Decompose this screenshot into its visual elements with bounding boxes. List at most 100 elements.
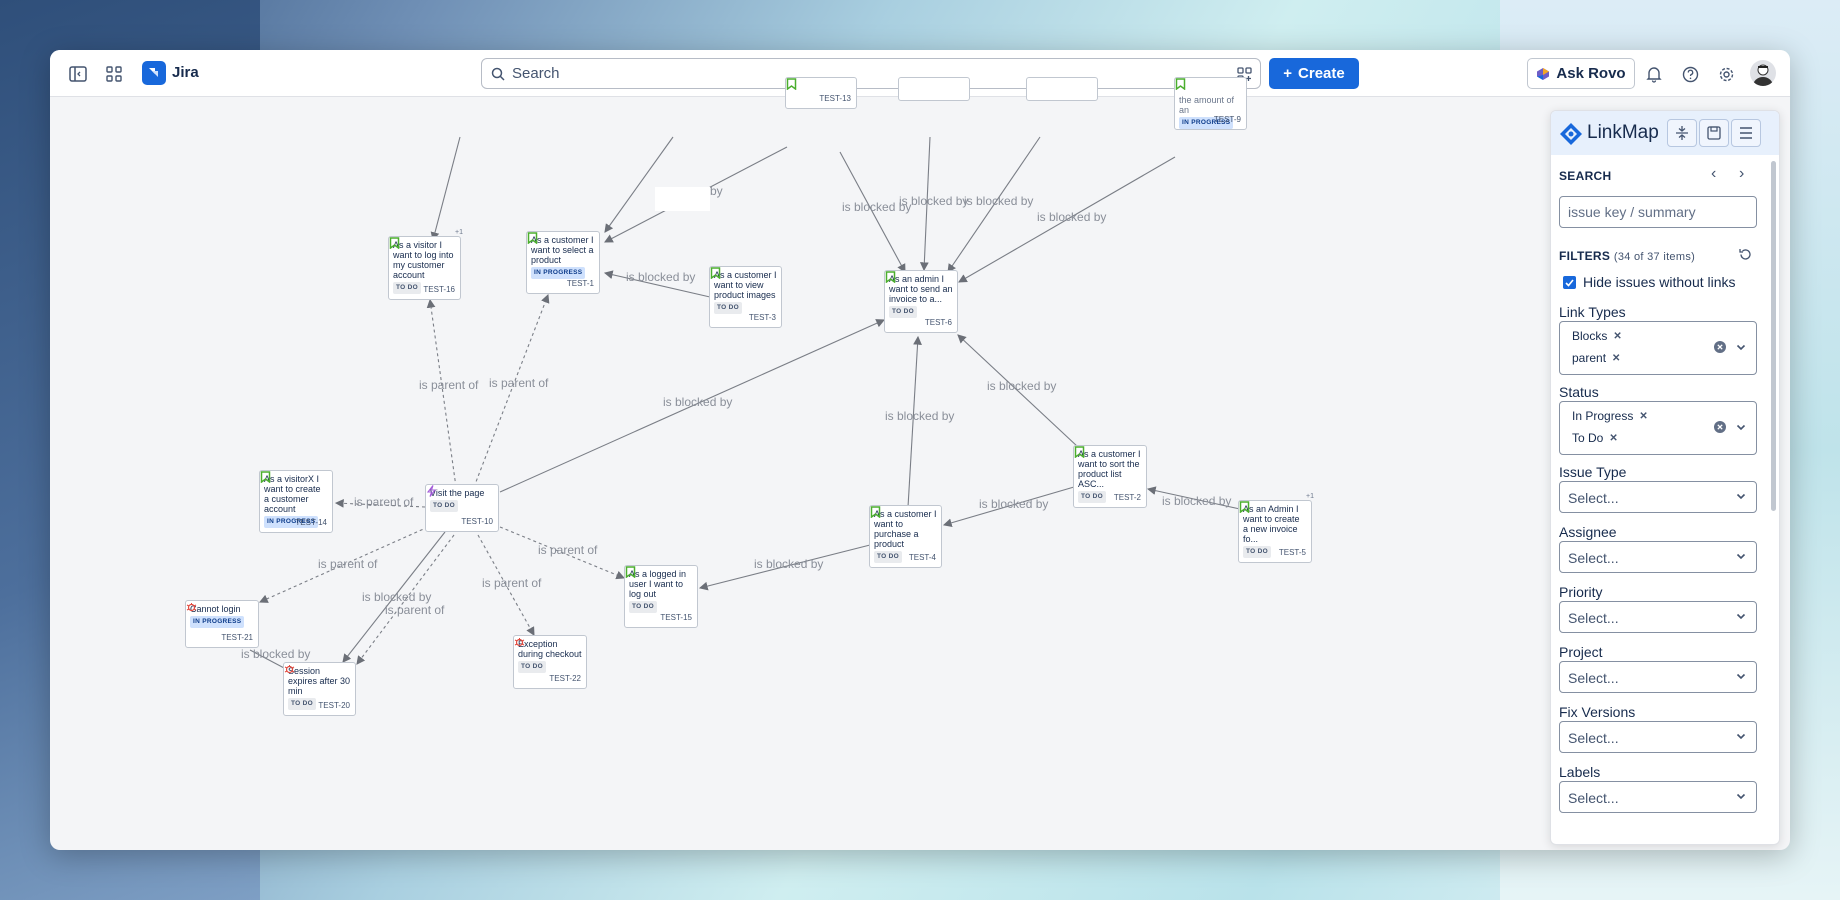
edge-label: is parent of [538, 543, 598, 557]
link-graph-canvas[interactable]: by is blocked by is blocked by is blocke… [50, 77, 1790, 850]
panel-scrollbar[interactable] [1771, 161, 1776, 511]
issue-type-select[interactable]: Select... [1559, 481, 1757, 513]
search-icon [491, 67, 505, 81]
collapse-button[interactable] [1667, 119, 1697, 147]
create-button[interactable]: + Create [1269, 58, 1359, 89]
project-select[interactable]: Select... [1559, 661, 1757, 693]
issue-card[interactable]: As a visitorX I want to create a custome… [259, 470, 333, 533]
issue-card[interactable]: the amount of an IN PROGRESS TEST-9 [1174, 77, 1247, 130]
chip-in-progress: In Progress ✕ [1572, 409, 1648, 423]
issue-card[interactable] [1026, 77, 1098, 101]
help-icon[interactable] [1678, 62, 1702, 86]
bug-icon [186, 603, 197, 612]
global-search[interactable] [481, 58, 1261, 89]
chevron-down-icon [1736, 613, 1746, 620]
issue-card[interactable]: As a customer I want to view product ima… [709, 266, 782, 328]
status-select[interactable]: In Progress ✕ To Do ✕ [1559, 401, 1757, 455]
collapse-icon [1676, 126, 1688, 140]
issue-card[interactable]: As a logged in user I want to log out TO… [624, 565, 698, 628]
labels-label: Labels [1559, 764, 1601, 780]
issue-card[interactable]: +1 As an Admin I want to create a new in… [1238, 493, 1314, 563]
edge-label: is blocked by [1162, 494, 1231, 508]
issue-card[interactable] [898, 77, 970, 101]
edge-label: is blocked by [663, 395, 732, 409]
remove-chip-icon[interactable]: ✕ [1613, 331, 1621, 342]
chevron-right-icon[interactable]: › [1739, 165, 1744, 183]
story-icon [260, 471, 271, 483]
edge-label: is blocked by [754, 557, 823, 571]
remove-chip-icon[interactable]: ✕ [1609, 433, 1617, 444]
jira-window: Jira + Create Ask Rovo [50, 50, 1790, 850]
chevron-down-icon [1736, 493, 1746, 500]
rovo-icon [1537, 67, 1550, 80]
reset-icon[interactable] [1738, 247, 1753, 262]
chevron-down-icon[interactable] [1736, 342, 1746, 352]
hide-without-links-checkbox[interactable] [1563, 276, 1576, 289]
issue-type-label: Issue Type [1559, 464, 1627, 480]
edge-label: is parent of [482, 576, 542, 590]
jira-logo-icon[interactable] [142, 61, 166, 85]
assignee-select[interactable]: Select... [1559, 541, 1757, 573]
chevron-down-icon [1736, 553, 1746, 560]
issue-card[interactable]: As a customer I want to select a product… [526, 231, 600, 294]
edge-label: is blocked by [987, 379, 1056, 393]
story-icon [1074, 446, 1085, 458]
clear-icon[interactable] [1714, 421, 1726, 433]
save-button[interactable] [1699, 119, 1729, 147]
filters-count: (34 of 37 items) [1613, 251, 1696, 263]
bug-icon [514, 638, 525, 647]
ask-rovo-button[interactable]: Ask Rovo [1527, 58, 1635, 89]
chip-parent: parent ✕ [1572, 351, 1621, 365]
sidebar-toggle-icon[interactable] [66, 62, 90, 86]
issue-card[interactable]: As an admin I want to send an invoice to… [884, 270, 958, 333]
link-types-label: Link Types [1559, 304, 1626, 320]
issue-card[interactable]: As a customer I want to sort the product… [1073, 445, 1147, 508]
epic-icon [426, 485, 437, 497]
bug-icon [284, 665, 295, 674]
edge-label: is blocked by [979, 497, 1048, 511]
app-switcher-icon[interactable] [102, 62, 126, 86]
edge-label: is parent of [489, 376, 549, 390]
priority-label: Priority [1559, 584, 1603, 600]
gear-icon[interactable] [1714, 62, 1738, 86]
fix-versions-select[interactable]: Select... [1559, 721, 1757, 753]
edge-label: is blocked by [964, 194, 1033, 208]
issue-card[interactable]: Cannot login IN PROGRESS TEST-21 [185, 600, 259, 648]
edge-label: is blocked by [899, 194, 968, 208]
chevron-down-icon[interactable] [1736, 422, 1746, 432]
edge-label: is parent of [419, 378, 479, 392]
edge [430, 136, 461, 242]
app-name[interactable]: Jira [172, 64, 199, 81]
create-label: Create [1298, 65, 1345, 82]
clear-icon[interactable] [1714, 341, 1726, 353]
save-icon [1707, 126, 1721, 140]
remove-chip-icon[interactable]: ✕ [1639, 411, 1647, 422]
story-icon [710, 267, 721, 279]
story-icon [1239, 501, 1250, 513]
hamburger-icon [1740, 127, 1752, 139]
issue-card[interactable]: Session expires after 30 min TO DO TEST-… [283, 662, 356, 716]
avatar[interactable] [1750, 60, 1776, 86]
check-icon [1565, 278, 1574, 287]
issue-card[interactable]: TEST-13 [785, 77, 857, 109]
issue-card[interactable]: Visit the page TO DO TEST-10 [425, 484, 499, 532]
project-label: Project [1559, 644, 1603, 660]
remove-chip-icon[interactable]: ✕ [1612, 353, 1620, 364]
edge [426, 298, 457, 488]
issue-search-input[interactable] [1559, 196, 1757, 228]
menu-button[interactable] [1731, 119, 1761, 147]
priority-select[interactable]: Select... [1559, 601, 1757, 633]
chevron-left-icon[interactable]: ‹ [1711, 165, 1716, 183]
issue-card[interactable]: As a customer I want to purchase a produ… [869, 505, 942, 568]
issue-card[interactable]: +1 As a visitor I want to log into my cu… [388, 229, 463, 300]
chevron-down-icon [1736, 733, 1746, 740]
link-types-select[interactable]: Blocks ✕ parent ✕ [1559, 321, 1757, 375]
chevron-down-icon [1736, 673, 1746, 680]
search-input[interactable] [512, 59, 1202, 88]
issue-card[interactable]: Exception during checkout TO DO TEST-22 [513, 635, 587, 689]
edge-label: is blocked by [885, 409, 954, 423]
story-icon [389, 237, 400, 249]
labels-select[interactable]: Select... [1559, 781, 1757, 813]
assignee-label: Assignee [1559, 524, 1617, 540]
bell-icon[interactable] [1642, 62, 1666, 86]
